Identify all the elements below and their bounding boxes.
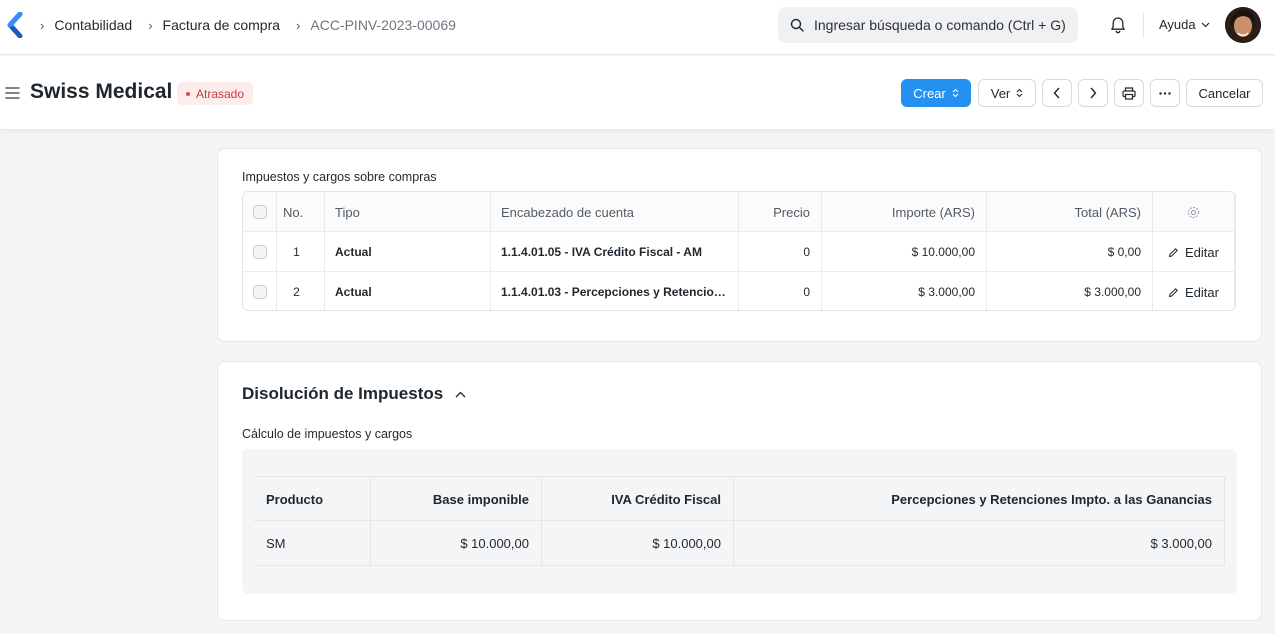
breadcrumb-item[interactable]: › Contabilidad: [40, 17, 148, 33]
column-header: Tipo: [325, 192, 491, 232]
column-header: Encabezado de cuenta: [491, 192, 739, 232]
table-header-row: Producto Base imponible IVA Crédito Fisc…: [254, 476, 1225, 521]
chevron-left-icon: [1053, 87, 1060, 99]
total-cell[interactable]: $ 0,00: [987, 232, 1153, 272]
cancel-button[interactable]: Cancelar: [1186, 79, 1263, 107]
more-options-button[interactable]: [1150, 79, 1180, 107]
cancel-button-label: Cancelar: [1198, 85, 1251, 101]
pencil-icon: [1168, 287, 1178, 297]
table-row[interactable]: 1 Actual 1.1.4.01.05 - IVA Crédito Fisca…: [243, 232, 1235, 272]
amount-cell[interactable]: $ 10.000,00: [822, 232, 987, 272]
search-icon: [790, 18, 804, 32]
rate-cell[interactable]: 0: [739, 272, 822, 310]
chevron-right-icon: ›: [40, 17, 45, 33]
select-all-checkbox[interactable]: [252, 205, 267, 219]
edit-row-button[interactable]: Editar: [1153, 232, 1235, 272]
menu-icon[interactable]: [5, 86, 20, 100]
help-dropdown[interactable]: Ayuda: [1159, 17, 1210, 32]
section-title: Disolución de Impuestos: [242, 384, 444, 403]
updown-caret-icon: [952, 88, 959, 98]
search-placeholder: Ingresar búsqueda o comando (Ctrl + G): [814, 17, 1066, 33]
rate-cell[interactable]: 0: [739, 232, 822, 272]
column-header: No.: [277, 192, 325, 232]
taxes-table-label: Impuestos y cargos sobre compras: [242, 170, 437, 184]
avatar-image-icon: [1225, 7, 1261, 43]
row-number: 2: [277, 272, 325, 310]
status-label: Atrasado: [196, 86, 245, 101]
type-cell[interactable]: Actual: [325, 232, 491, 272]
base-cell: $ 10.000,00: [371, 521, 542, 565]
page-title: Swiss Medical: [30, 80, 173, 103]
print-button[interactable]: [1114, 79, 1144, 107]
type-cell[interactable]: Actual: [325, 272, 491, 310]
help-label: Ayuda: [1159, 17, 1196, 32]
status-dot-icon: [186, 91, 190, 96]
row-checkbox-cell[interactable]: [243, 232, 277, 272]
printer-icon: [1122, 86, 1136, 100]
avatar[interactable]: [1225, 7, 1261, 43]
bell-icon[interactable]: [1108, 15, 1128, 35]
chevron-right-icon: ›: [148, 17, 153, 33]
column-settings[interactable]: [1153, 192, 1235, 232]
chevron-up-icon[interactable]: [455, 391, 466, 398]
breadcrumb-label[interactable]: Contabilidad: [54, 17, 132, 33]
view-button-label: Ver: [990, 85, 1011, 101]
updown-caret-icon: [1016, 88, 1023, 98]
column-header: Precio: [739, 192, 822, 232]
breadcrumb-item[interactable]: › Factura de compra: [148, 17, 296, 33]
column-header: IVA Crédito Fiscal: [542, 477, 734, 521]
column-header: Importe (ARS): [822, 192, 987, 232]
chevron-down-icon: [1201, 22, 1210, 27]
account-cell[interactable]: 1.1.4.01.05 - IVA Crédito Fiscal - AM: [491, 232, 739, 272]
gear-icon[interactable]: [1187, 206, 1200, 219]
account-cell[interactable]: 1.1.4.01.03 - Percepciones y Retencio…: [491, 272, 739, 310]
perc-cell: $ 3.000,00: [734, 521, 1225, 565]
row-number: 1: [277, 232, 325, 272]
column-header: Total (ARS): [987, 192, 1153, 232]
breadcrumb: › Contabilidad › Factura de compra › ACC…: [40, 0, 472, 50]
select-all-checkbox-cell[interactable]: [243, 192, 277, 232]
breadcrumb-label[interactable]: ACC-PINV-2023-00069: [310, 17, 456, 33]
next-button[interactable]: [1078, 79, 1108, 107]
breadcrumb-item[interactable]: › ACC-PINV-2023-00069: [296, 17, 472, 33]
view-button[interactable]: Ver: [978, 79, 1036, 107]
ellipsis-icon: [1159, 91, 1171, 95]
amount-cell[interactable]: $ 3.000,00: [822, 272, 987, 310]
column-header: Producto: [254, 477, 371, 521]
total-cell[interactable]: $ 3.000,00: [987, 272, 1153, 310]
navbar: › Contabilidad › Factura de compra › ACC…: [0, 0, 1275, 55]
breakup-label: Cálculo de impuestos y cargos: [242, 427, 413, 441]
column-header: Percepciones y Retenciones Impto. a las …: [734, 477, 1225, 521]
table-header-row: No. Tipo Encabezado de cuenta Precio Imp…: [243, 192, 1235, 232]
edit-label: Editar: [1185, 284, 1219, 300]
chevron-right-icon: [1090, 87, 1097, 99]
row-checkbox[interactable]: [252, 245, 267, 259]
item-cell: SM: [254, 521, 371, 565]
row-checkbox-cell[interactable]: [243, 272, 277, 310]
table-row: SM $ 10.000,00 $ 10.000,00 $ 3.000,00: [254, 521, 1225, 566]
column-header: Base imponible: [371, 477, 542, 521]
create-button-label: Crear: [913, 85, 946, 101]
app-logo-icon[interactable]: [6, 12, 24, 38]
table-row[interactable]: 2 Actual 1.1.4.01.03 - Percepciones y Re…: [243, 272, 1235, 310]
chevron-right-icon: ›: [296, 17, 301, 33]
taxes-table: No. Tipo Encabezado de cuenta Precio Imp…: [242, 191, 1236, 311]
previous-button[interactable]: [1042, 79, 1072, 107]
create-button[interactable]: Crear: [901, 79, 971, 107]
edit-row-button[interactable]: Editar: [1153, 272, 1235, 310]
edit-label: Editar: [1185, 244, 1219, 260]
iva-cell: $ 10.000,00: [542, 521, 734, 565]
breadcrumb-label[interactable]: Factura de compra: [163, 17, 281, 33]
row-checkbox[interactable]: [252, 285, 267, 299]
pencil-icon: [1168, 247, 1178, 257]
search-input[interactable]: Ingresar búsqueda o comando (Ctrl + G): [778, 7, 1078, 43]
status-badge: Atrasado: [177, 82, 254, 105]
section-toggle[interactable]: Disolución de Impuestos: [242, 384, 466, 404]
divider: [1143, 12, 1144, 38]
